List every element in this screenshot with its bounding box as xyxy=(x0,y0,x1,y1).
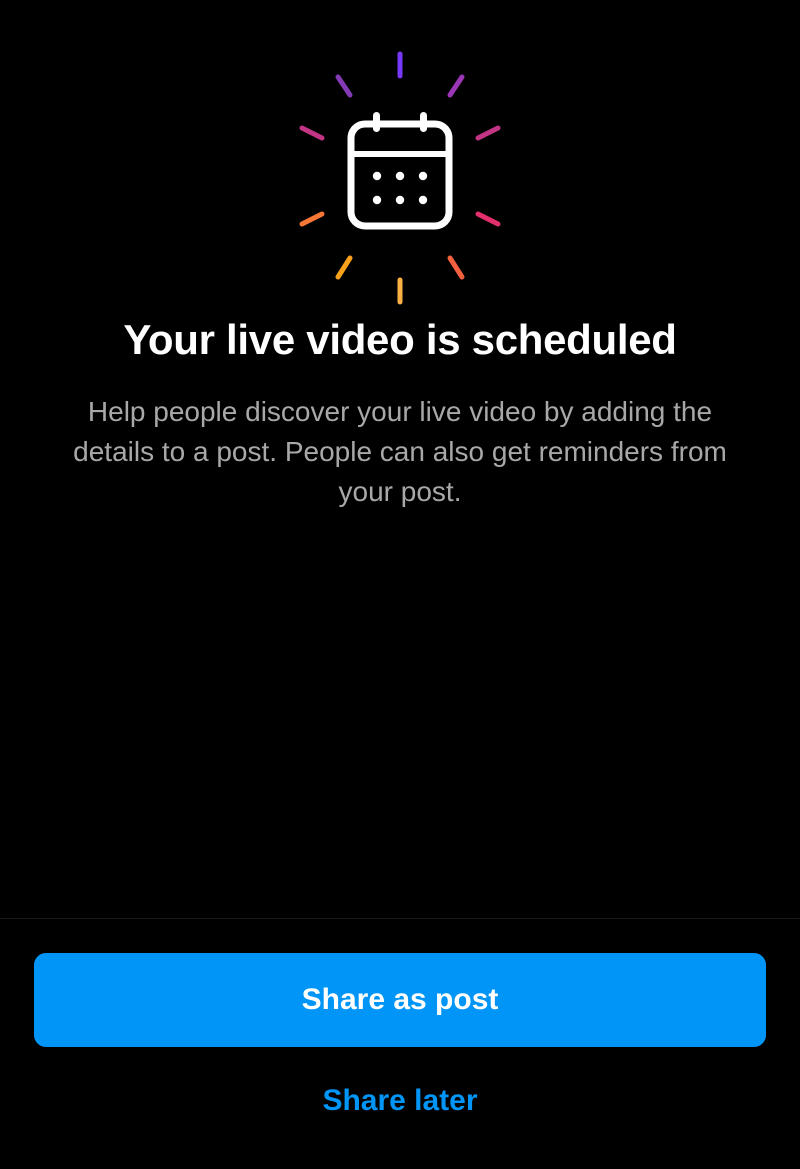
page-title: Your live video is scheduled xyxy=(123,316,676,364)
share-later-button[interactable]: Share later xyxy=(34,1057,766,1145)
hero-section: Your live video is scheduled Help people… xyxy=(0,0,800,511)
footer-actions: Share as post Share later xyxy=(0,918,800,1169)
page-subtitle: Help people discover your live video by … xyxy=(0,392,800,511)
calendar-sparkle-icon xyxy=(270,48,530,308)
scheduled-live-confirmation: Your live video is scheduled Help people… xyxy=(0,0,800,1169)
share-as-post-button[interactable]: Share as post xyxy=(34,953,766,1047)
